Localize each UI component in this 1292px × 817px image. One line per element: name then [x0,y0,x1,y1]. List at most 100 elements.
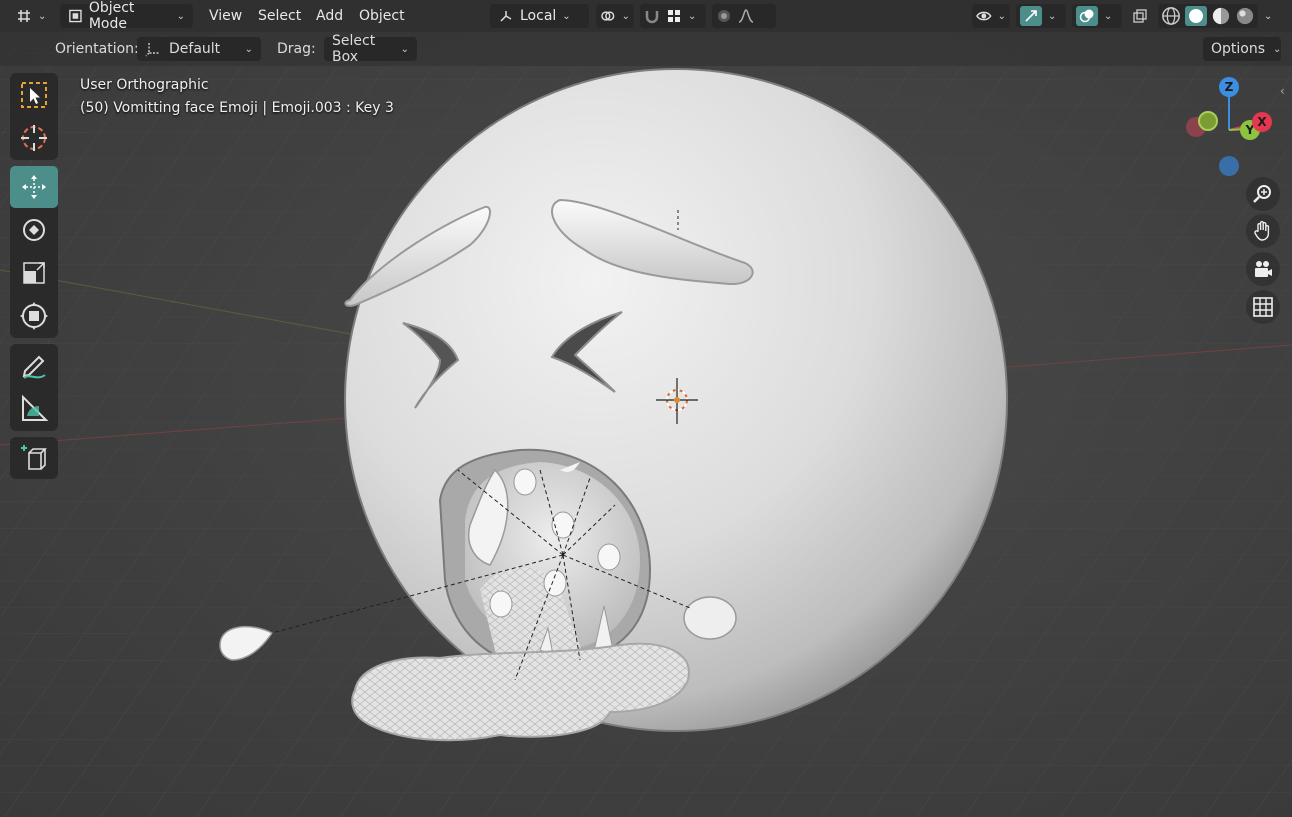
orientation-axes-icon [145,43,159,57]
transform-orientation-selector[interactable]: Local ⌄ [490,4,589,28]
transform-icon [20,302,48,330]
pan-button[interactable] [1246,214,1280,248]
chevron-down-icon: ⌄ [176,10,185,22]
drag-value: Select Box [332,33,376,65]
options-label: Options [1211,41,1266,57]
mode-label: Object Mode [88,0,135,32]
menu-select[interactable]: Select [250,4,309,28]
chevron-down-icon: ⌄ [244,43,253,55]
shading-mode-group [1158,4,1258,28]
add-tool-group [10,437,58,479]
tool-select-box[interactable] [10,74,58,116]
options-dropdown[interactable]: Options ⌄ [1203,37,1281,61]
3d-viewport[interactable]: ⌄ Object Mode ⌄ View Select Add Object L… [0,0,1292,817]
chevron-down-icon: ⌄ [1048,10,1057,22]
gizmo-neg-y-axis[interactable] [1198,111,1218,131]
camera-view-button[interactable] [1246,252,1280,286]
chevron-down-icon: ⌄ [38,10,47,22]
menu-object[interactable]: Object [351,4,413,28]
wireframe-shading-icon[interactable] [1161,6,1181,26]
chevron-down-icon: ⌄ [688,10,697,22]
tool-scale[interactable] [10,252,58,294]
shading-options-button[interactable]: ⌄ [1260,4,1276,28]
orientation-label: Local [520,8,557,24]
chevron-down-icon: ⌄ [997,10,1006,22]
tool-settings-bar: Orientation: Default ⌄ Drag: Select Box … [0,32,1292,66]
add-cube-icon [21,445,47,470]
hand-icon [1254,221,1270,241]
tool-transform[interactable] [10,295,58,337]
editor-type-button[interactable]: ⌄ [8,4,54,28]
mode-selector[interactable]: Object Mode ⌄ [60,0,193,32]
viewport-header: ⌄ Object Mode ⌄ View Select Add Object L… [0,0,1292,32]
zoom-icon [1253,185,1271,203]
tool-move[interactable] [10,166,58,208]
material-shading-icon[interactable] [1211,6,1231,26]
proportional-edit-icon [718,10,730,22]
tool-measure[interactable] [10,388,58,430]
cursor-icon [21,125,47,151]
chevron-down-icon: ⌄ [400,43,409,55]
chevron-down-icon: ⌄ [621,10,630,22]
navigation-gizmo[interactable]: Z Y X [1182,72,1286,182]
camera-icon [1255,261,1272,277]
droplet [597,543,621,571]
rotate-icon [23,219,45,241]
gizmo-neg-z-axis[interactable] [1219,156,1239,176]
select-tool-group [10,73,58,160]
grid-icon [1253,297,1273,317]
droplet [513,468,537,496]
droplet [489,590,513,618]
eye-icon [976,11,992,21]
gizmo-x-axis[interactable]: X [1252,112,1272,132]
chevron-down-icon: ⌄ [1273,43,1282,55]
orientation-dropdown[interactable]: Default ⌄ [137,37,261,61]
overlays-icon [1079,9,1094,23]
droplet [543,569,567,597]
gizmo-z-axis[interactable]: Z [1219,77,1239,97]
ortho-toggle-button[interactable] [1246,290,1280,324]
chevron-down-icon: ⌄ [562,10,571,22]
annotate-pencil-icon [22,355,46,379]
zoom-button[interactable] [1246,177,1280,211]
editor-type-icon [18,10,30,22]
sidebar-toggle-icon[interactable]: ‹ [1280,84,1285,98]
proportional-edit-button[interactable] [712,4,776,28]
visibility-button[interactable]: ⌄ [972,4,1010,28]
move-icon [22,175,46,199]
transform-tool-group [10,166,58,338]
view-name: User Orthographic [80,77,209,93]
pivot-icon [601,11,615,21]
side-drop-right [683,596,737,640]
object-mode-icon [69,9,82,23]
overlays-button[interactable]: ⌄ [1072,4,1122,28]
measure-ruler-icon [22,394,49,421]
tool-annotate[interactable] [10,345,58,387]
object-info: (50) Vomitting face Emoji | Emoji.003 : … [80,100,394,116]
menu-view[interactable]: View [201,4,250,28]
xray-icon [1133,9,1147,23]
snap-button[interactable]: ⌄ [640,4,706,28]
viewport-scene[interactable] [0,0,1292,817]
gizmo-arrow-icon [1025,10,1037,22]
xray-button[interactable] [1128,4,1152,28]
tool-add-cube[interactable] [10,437,58,479]
menu-add[interactable]: Add [308,4,351,28]
gizmo-toggle-button[interactable]: ⌄ [1016,4,1066,28]
tool-cursor[interactable] [10,117,58,159]
rendered-shading-icon[interactable] [1235,6,1255,26]
snap-grid-icon [668,10,680,22]
orientation-label: Orientation: [55,41,139,57]
drag-dropdown[interactable]: Select Box ⌄ [324,33,417,65]
drag-label: Drag: [277,41,316,57]
scale-icon [23,262,45,284]
magnet-icon [645,11,659,24]
pivot-point-button[interactable]: ⌄ [596,4,634,28]
tool-rotate[interactable] [10,209,58,251]
orientation-value: Default [169,41,221,57]
chevron-down-icon: ⌄ [1264,10,1273,22]
chevron-down-icon: ⌄ [1104,10,1113,22]
solid-shading-icon[interactable] [1188,8,1204,24]
falloff-curve-icon [738,9,754,23]
annotate-tool-group [10,344,58,431]
